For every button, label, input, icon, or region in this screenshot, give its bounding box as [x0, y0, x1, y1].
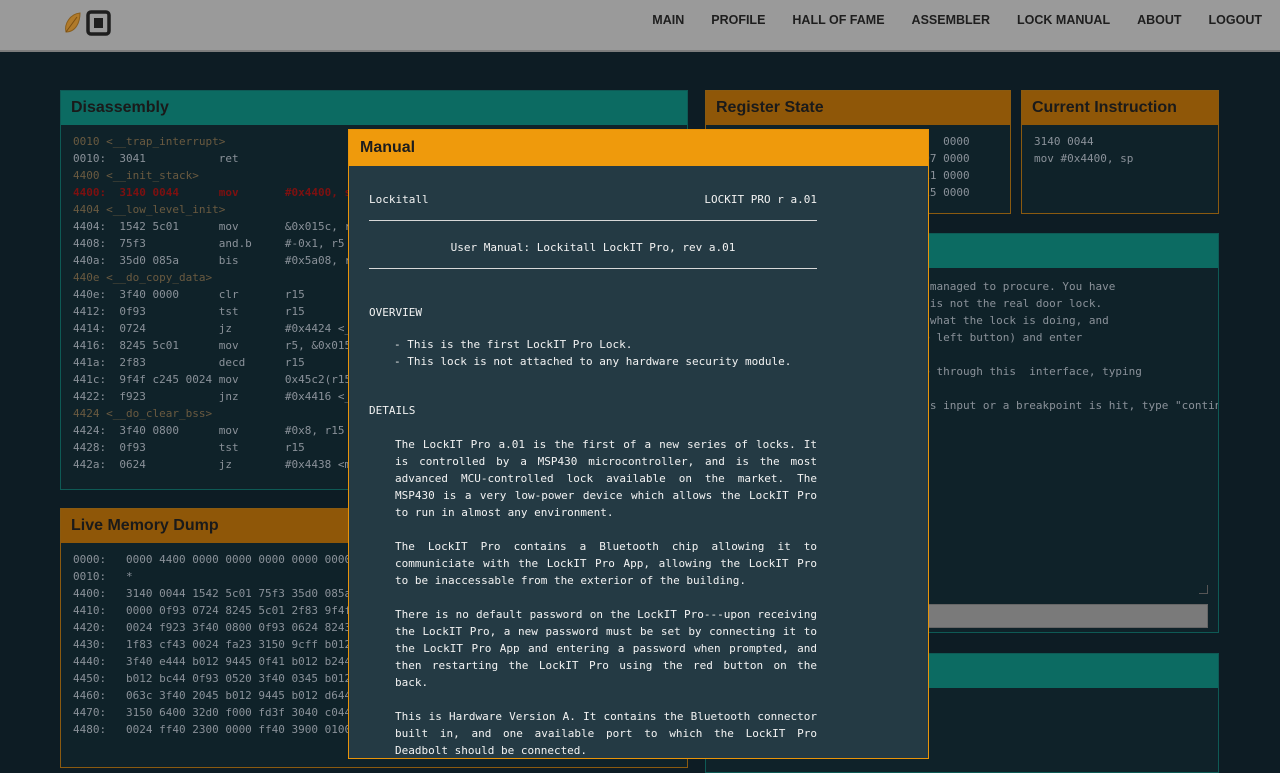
manual-dialog[interactable]: Manual Lockitall LOCKIT PRO r a.01 User … [348, 129, 929, 759]
disassembly-title: Disassembly [61, 91, 687, 125]
manual-content[interactable]: Lockitall LOCKIT PRO r a.01 User Manual:… [369, 166, 817, 758]
resize-handle-icon[interactable] [1199, 585, 1208, 594]
manual-overview-list: - This is the first LockIT Pro Lock. - T… [369, 336, 817, 370]
nav-about[interactable]: ABOUT [1137, 0, 1181, 40]
main-nav: MAIN PROFILE HALL OF FAME ASSEMBLER LOCK… [625, 0, 1262, 40]
nav-logout[interactable]: LOGOUT [1209, 0, 1262, 40]
nav-main[interactable]: MAIN [652, 0, 684, 40]
manual-paragraph: There is no default password on the Lock… [395, 608, 817, 689]
nav-assembler[interactable]: ASSEMBLER [912, 0, 990, 40]
logo-icon[interactable] [62, 10, 112, 38]
manual-header-row: Lockitall LOCKIT PRO r a.01 [369, 193, 817, 206]
manual-vendor: Lockitall [369, 193, 429, 206]
manual-divider-top [369, 220, 817, 221]
current-instruction-line: mov #0x4400, sp [1034, 152, 1134, 165]
manual-paragraph: This is Hardware Version A. It contains … [395, 710, 817, 757]
manual-version: LOCKIT PRO r a.01 [704, 193, 817, 206]
manual-overview-heading: OVERVIEW [369, 306, 422, 319]
current-instruction-title: Current Instruction [1022, 91, 1218, 125]
manual-details-heading: DETAILS [369, 404, 416, 417]
manual-title: Manual [349, 130, 928, 166]
manual-paragraph: The LockIT Pro a.01 is the first of a ne… [395, 438, 817, 519]
manual-overview-item: - This lock is not attached to any hardw… [394, 355, 792, 368]
current-instruction-line: 3140 0044 [1034, 135, 1094, 148]
nav-lock-manual[interactable]: LOCK MANUAL [1017, 0, 1110, 40]
register-state-title: Register State [706, 91, 1010, 125]
top-bar: MAIN PROFILE HALL OF FAME ASSEMBLER LOCK… [0, 0, 1280, 52]
nav-profile[interactable]: PROFILE [711, 0, 765, 40]
nav-hall-of-fame[interactable]: HALL OF FAME [792, 0, 884, 40]
current-instruction-panel: Current Instruction 3140 0044 mov #0x4400… [1021, 90, 1219, 214]
current-instruction-text: 3140 0044 mov #0x4400, sp [1022, 125, 1218, 213]
manual-subtitle: User Manual: Lockitall LockIT Pro, rev a… [450, 241, 736, 254]
manual-paragraph: The LockIT Pro contains a Bluetooth chip… [395, 540, 817, 587]
manual-divider-bottom [369, 268, 817, 269]
manual-overview-item: - This is the first LockIT Pro Lock. [394, 338, 633, 351]
